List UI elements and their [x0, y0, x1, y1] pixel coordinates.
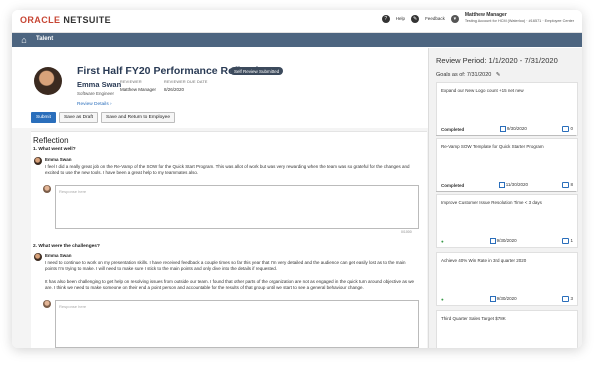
- goal-footer: Completed 11/30/2020 8: [441, 182, 573, 188]
- top-bar-right: ? Help ✎ Feedback ▾ Matthew Manager Test…: [381, 12, 574, 24]
- app-window: ORACLE NETSUITE ? Help ✎ Feedback ▾ Matt…: [12, 10, 582, 348]
- top-bar: ORACLE NETSUITE ? Help ✎ Feedback ▾ Matt…: [12, 10, 582, 33]
- goal-comment-count: 1: [570, 238, 573, 244]
- review-header: First Half FY20 Performance Reflection S…: [12, 48, 428, 128]
- goal-comment-count: 3: [570, 296, 573, 302]
- action-buttons: Submit Save as Draft Save and Return to …: [31, 112, 175, 123]
- goal-title: Third Quarter Sales Target $78K: [441, 316, 506, 321]
- response-textarea-2[interactable]: Response here: [55, 300, 419, 348]
- goal-footer: ● 9/30/2020 1: [441, 238, 573, 244]
- goal-comments[interactable]: 1: [562, 238, 573, 244]
- feedback-link[interactable]: Feedback: [425, 16, 445, 21]
- char-counter: 0/1000: [401, 230, 412, 234]
- review-details-link[interactable]: Review Details ›: [77, 102, 112, 107]
- comment-text: I need to continue to work on my present…: [45, 260, 406, 271]
- goal-comments[interactable]: 8: [562, 182, 573, 188]
- comment-icon: [562, 238, 570, 244]
- response-placeholder: Response here: [59, 304, 87, 309]
- goal-due-date: 9/30/2020: [489, 296, 517, 302]
- home-icon[interactable]: ⌂: [18, 35, 30, 45]
- goal-due-date: 9/30/2020: [489, 238, 517, 244]
- employee-title: Software Engineer: [77, 91, 115, 96]
- reflection-section: Reflection 1. What went well? Emma Swan …: [31, 131, 427, 348]
- save-return-button[interactable]: Save and Return to Employee: [101, 112, 175, 123]
- goal-card[interactable]: Expand our New Logo count +15 net new Co…: [436, 82, 578, 136]
- goal-date: 9/30/2020: [506, 126, 527, 132]
- goal-date: 9/30/2020: [496, 296, 517, 302]
- calendar-icon: [499, 126, 506, 132]
- comment-icon: [562, 296, 570, 302]
- goals-as-of: Goals as of: 7/31/2020 ✎: [436, 72, 500, 78]
- goal-status: Completed: [441, 182, 465, 188]
- review-period: Review Period: 1/1/2020 - 7/31/2020: [436, 56, 558, 65]
- goal-due-date: 9/30/2020: [499, 126, 527, 132]
- reviewer-value: Matthew Manager: [120, 86, 157, 92]
- goal-card[interactable]: Achieve 40% Win Rate in 3rd quarter 2020…: [436, 252, 578, 306]
- goal-comments[interactable]: 0: [562, 126, 573, 132]
- goal-title: Re-Vamp SOW Template for Quick Starter P…: [441, 144, 544, 149]
- question-2-label: 2. What were the challenges?: [33, 244, 100, 249]
- commenter-name: Emma Swan: [45, 157, 72, 162]
- employee-name: Emma Swan: [77, 80, 122, 89]
- comment-text: I feel I did a really great job on the R…: [45, 164, 410, 175]
- reflection-title: Reflection: [33, 136, 69, 145]
- goal-title: Improve Customer Issue Resolution Time <…: [441, 200, 542, 205]
- user-menu[interactable]: Matthew Manager Testing Account for HCM …: [464, 12, 574, 24]
- logo-netsuite: NETSUITE: [63, 15, 112, 25]
- goal-divider: [436, 191, 576, 192]
- commenter-name: Emma Swan: [45, 253, 72, 258]
- question-1-label: 1. What went well?: [33, 147, 76, 152]
- logo-oracle: ORACLE: [20, 15, 61, 25]
- goal-comment-count: 0: [570, 126, 573, 132]
- main-content: First Half FY20 Performance Reflection S…: [12, 48, 428, 348]
- status-badge: Self Review Submitted: [230, 67, 284, 75]
- goal-divider: [436, 135, 576, 136]
- response-textarea-1[interactable]: Response here: [55, 185, 419, 229]
- goal-comments[interactable]: 3: [562, 296, 573, 302]
- comment-icon: [562, 182, 570, 188]
- due-date-header: REVIEWER DUE DATE: [164, 80, 208, 84]
- goal-card[interactable]: Re-Vamp SOW Template for Quick Starter P…: [436, 138, 578, 192]
- goal-title: Achieve 40% Win Rate in 3rd quarter 2020: [441, 258, 527, 263]
- calendar-icon: [489, 296, 496, 302]
- save-draft-button[interactable]: Save as Draft: [58, 112, 98, 123]
- feedback-icon[interactable]: ✎: [411, 14, 420, 23]
- goal-date: 11/30/2020: [505, 182, 528, 188]
- on-track-icon: ●: [441, 296, 444, 302]
- help-icon[interactable]: ?: [381, 14, 390, 23]
- goal-card[interactable]: Third Quarter Sales Target $78K: [436, 310, 578, 348]
- goal-status: Completed: [441, 126, 465, 132]
- reviewer-header: REVIEWER: [120, 80, 142, 84]
- goal-due-date: 11/30/2020: [498, 182, 528, 188]
- goal-footer: Completed 9/30/2020 0: [441, 126, 573, 132]
- nav-item-talent[interactable]: Talent: [36, 36, 53, 42]
- response-placeholder: Response here: [59, 189, 87, 194]
- calendar-icon: [489, 238, 496, 244]
- goals-as-of-label: Goals as of: 7/31/2020: [436, 72, 492, 78]
- responder-avatar: [43, 300, 51, 308]
- due-date-value: 8/26/2020: [164, 86, 185, 92]
- on-track-icon: ●: [441, 238, 444, 244]
- responder-avatar: [43, 185, 51, 193]
- goal-date: 9/30/2020: [496, 238, 517, 244]
- user-icon[interactable]: ▾: [450, 14, 459, 23]
- submit-button[interactable]: Submit: [31, 112, 56, 123]
- goal-title: Expand our New Logo count +15 net new: [441, 88, 524, 93]
- comment-icon: [562, 126, 570, 132]
- comment-text-2: It has also been challenging to get help…: [45, 279, 414, 290]
- commenter-avatar: [34, 157, 42, 165]
- goal-comment-count: 8: [570, 182, 573, 188]
- commenter-avatar: [34, 253, 42, 261]
- edit-icon[interactable]: ✎: [496, 72, 501, 78]
- employee-avatar: [34, 67, 62, 95]
- user-org: Testing Account for HCM (Waterloo) · #16…: [464, 18, 574, 23]
- calendar-icon: [498, 182, 505, 188]
- goal-footer: ● 9/30/2020 3: [441, 296, 573, 302]
- nav-bar: ⌂ Talent: [12, 33, 582, 47]
- goal-card[interactable]: Improve Customer Issue Resolution Time <…: [436, 194, 578, 248]
- goals-panel: Review Period: 1/1/2020 - 7/31/2020 Goal…: [428, 48, 582, 348]
- oracle-netsuite-logo[interactable]: ORACLE NETSUITE: [20, 15, 111, 25]
- help-link[interactable]: Help: [396, 16, 405, 21]
